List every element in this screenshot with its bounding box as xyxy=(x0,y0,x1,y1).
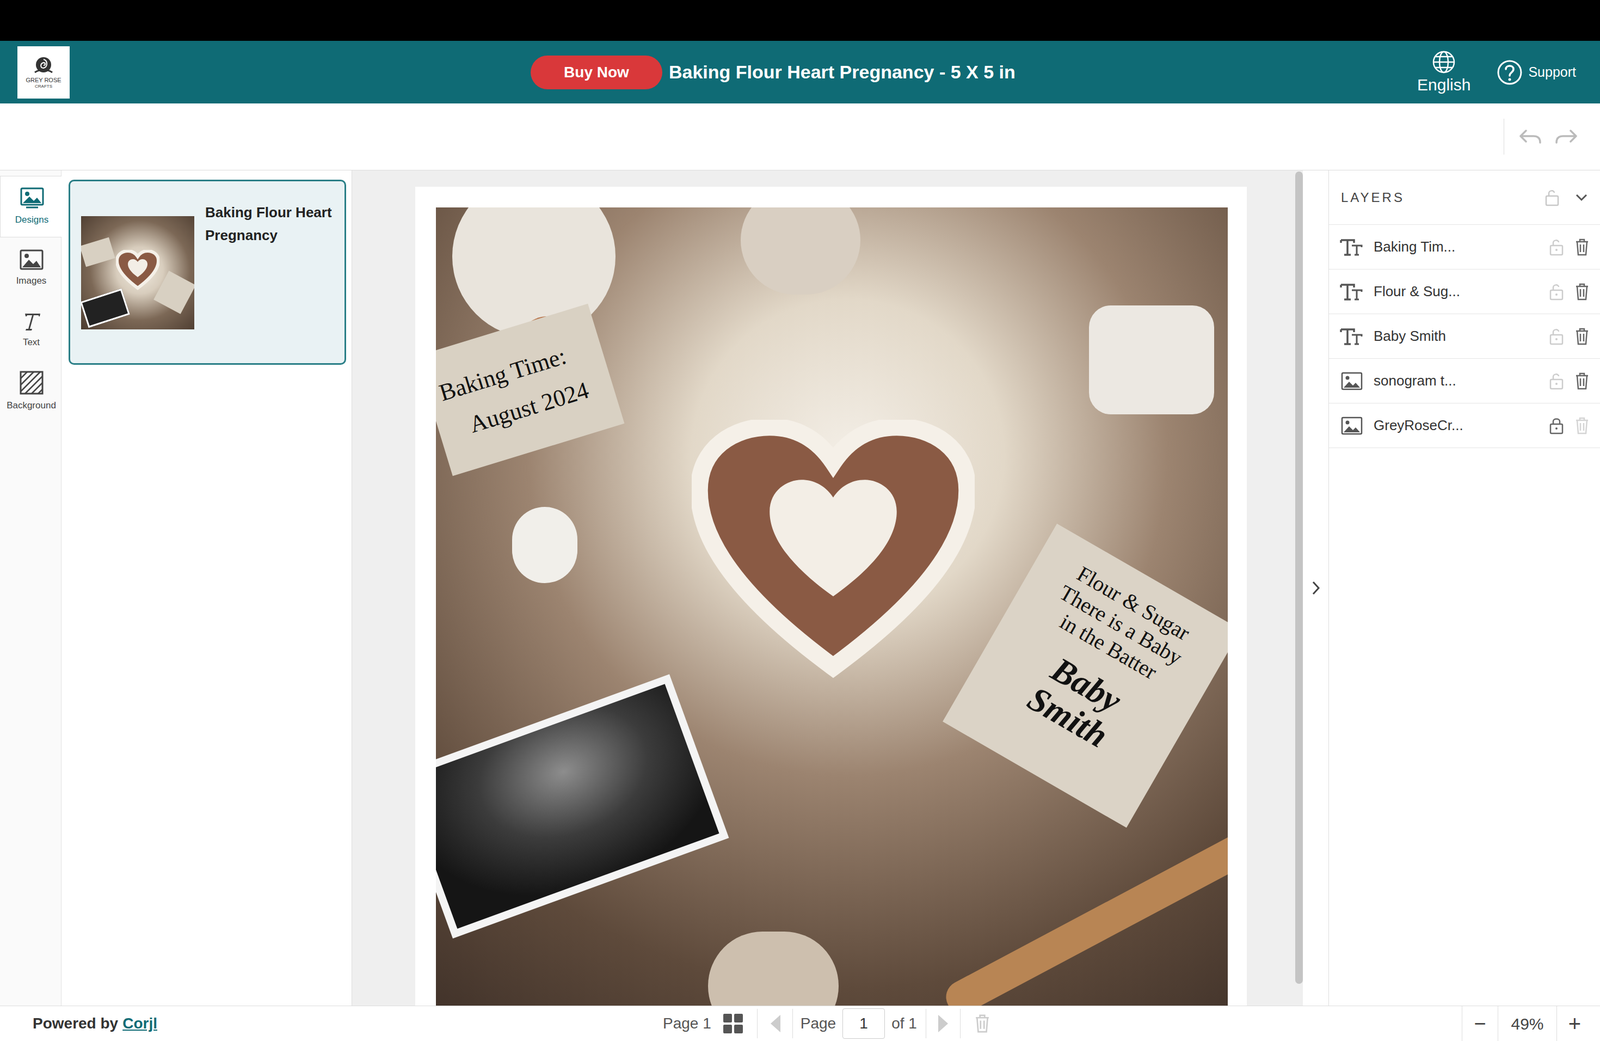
background-photo[interactable]: Baking Time:August 2024 Flour & SugarTher… xyxy=(435,207,1228,1006)
trash-icon[interactable] xyxy=(1574,416,1590,435)
trash-icon[interactable] xyxy=(1574,238,1590,256)
designs-panel: Baking Flour Heart Pregnancy xyxy=(61,170,353,1006)
previous-page-icon[interactable] xyxy=(768,1013,783,1033)
layers-title: LAYERS xyxy=(1340,187,1405,208)
support-label: Support xyxy=(1528,62,1577,83)
buy-now-button[interactable]: Buy Now xyxy=(530,55,663,90)
layer-label: Baking Tim... xyxy=(1373,236,1456,258)
layer-label: Flour & Sug... xyxy=(1373,280,1461,303)
logo-subtext: CRAFTS xyxy=(34,83,53,90)
rail-label: Images xyxy=(16,273,47,288)
undo-icon[interactable] xyxy=(1518,128,1543,145)
panel-toggle[interactable] xyxy=(1302,170,1329,1006)
text-layer-icon xyxy=(1339,327,1364,346)
date-card[interactable]: Baking Time:August 2024 xyxy=(435,303,625,476)
globe-icon xyxy=(1431,50,1456,75)
rose-icon xyxy=(31,54,56,77)
verse-card[interactable]: Flour & SugarThere is a Babyin the Batte… xyxy=(942,523,1228,828)
help-icon xyxy=(1496,59,1523,86)
logo[interactable]: GREY ROSECRAFTS xyxy=(17,46,70,99)
language-button[interactable]: English xyxy=(1417,50,1471,95)
layers-panel: LAYERS Baking Tim... Flour & Sug... Baby Sm… xyxy=(1328,170,1600,1006)
trash-icon[interactable] xyxy=(1574,282,1590,301)
layer-row[interactable]: Flour & Sug... xyxy=(1328,269,1600,315)
canvas-page: Baking Time:August 2024 Flour & SugarTher… xyxy=(415,186,1247,1006)
layer-row[interactable]: GreyRoseCr... xyxy=(1328,403,1600,448)
powered-by: Powered by xyxy=(32,1011,119,1035)
zoom-in-button[interactable]: + xyxy=(1556,1005,1600,1041)
chevron-right-icon xyxy=(1311,579,1321,596)
images-icon xyxy=(19,248,45,271)
layer-label: GreyRoseCr... xyxy=(1373,414,1464,436)
rail-label: Text xyxy=(22,335,40,350)
header: GREY ROSECRAFTS Buy NowBaking Flour Heart… xyxy=(0,40,1600,104)
designs-icon xyxy=(19,186,45,210)
toolbar xyxy=(0,103,1600,171)
trash-icon[interactable] xyxy=(1574,372,1590,390)
scrollbar[interactable] xyxy=(1295,170,1303,1006)
canvas-area: Baking Time:August 2024 Flour & SugarTher… xyxy=(352,170,1296,1006)
language-label: English xyxy=(1417,75,1471,95)
lock-icon[interactable] xyxy=(1548,327,1565,346)
support-button[interactable]: Support xyxy=(1496,59,1577,86)
tool-rail: Designs Images Text Background xyxy=(0,170,62,1006)
lock-all-icon[interactable] xyxy=(1544,188,1560,207)
redo-icon[interactable] xyxy=(1554,128,1579,145)
layer-row[interactable]: Baking Tim... xyxy=(1328,224,1600,270)
lock-icon[interactable] xyxy=(1548,282,1565,301)
design-thumbnail xyxy=(81,216,195,330)
brand-link[interactable]: Corjl xyxy=(122,1011,158,1035)
page-word: Page xyxy=(800,1011,836,1035)
design-title: Baking Flour Heart Pregnancy - 5 X 5 in xyxy=(668,58,1016,86)
top-strip xyxy=(0,0,1600,41)
page-input[interactable]: 1 xyxy=(842,1007,885,1039)
heart-icon xyxy=(115,249,160,291)
next-page-icon[interactable] xyxy=(936,1013,951,1033)
rail-item[interactable]: Designs xyxy=(0,175,63,238)
page-label: Page 1 xyxy=(647,1011,723,1035)
design-card[interactable]: Baking Flour Heart Pregnancy xyxy=(68,179,347,365)
zoom-level: 49% xyxy=(1497,1005,1557,1041)
flour-heart-icon xyxy=(691,419,975,681)
image-layer-icon xyxy=(1340,416,1363,435)
rail-label: Background xyxy=(6,398,57,413)
grid-icon[interactable] xyxy=(722,1012,744,1035)
rail-item[interactable]: Background xyxy=(0,360,62,422)
layer-label: sonogram t... xyxy=(1373,370,1457,392)
zoom-out-button[interactable]: − xyxy=(1461,1005,1498,1041)
sonogram-image[interactable] xyxy=(435,673,729,938)
text-layer-icon xyxy=(1339,237,1364,257)
layer-row[interactable]: Baby Smith xyxy=(1328,314,1600,359)
page-count: of 1 xyxy=(891,1011,918,1035)
lock-icon[interactable] xyxy=(1548,371,1565,391)
layer-row[interactable]: sonogram t... xyxy=(1328,358,1600,404)
logo-text: GREY ROSE xyxy=(25,76,61,84)
rail-label: Designs xyxy=(15,212,49,227)
lock-icon[interactable] xyxy=(1548,416,1565,435)
text-icon xyxy=(20,310,43,332)
trash-icon[interactable] xyxy=(1574,327,1590,346)
text-layer-icon xyxy=(1339,282,1364,301)
delete-page-icon[interactable] xyxy=(974,1013,990,1033)
layer-label: Baby Smith xyxy=(1373,325,1446,347)
design-title: Baking Flour Heart Pregnancy xyxy=(205,200,336,247)
footer: Powered byCorjl Page 1 Page1of 1 −49%+ xyxy=(0,1005,1600,1041)
lock-icon[interactable] xyxy=(1548,237,1565,257)
rail-item[interactable]: Text xyxy=(0,298,62,361)
image-layer-icon xyxy=(1340,371,1363,391)
background-icon xyxy=(19,370,45,396)
chevron-down-icon[interactable] xyxy=(1574,193,1589,202)
rail-item[interactable]: Images xyxy=(0,237,62,299)
